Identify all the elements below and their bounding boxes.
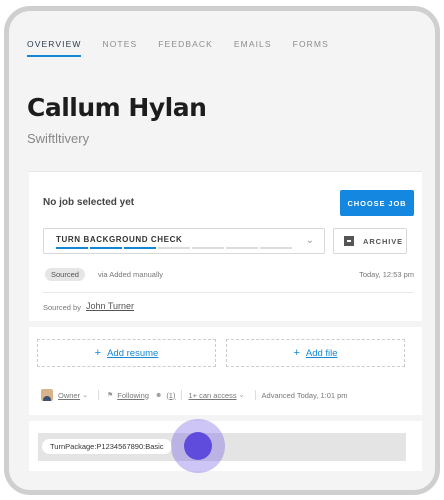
attachments-card: + Add resume + Add file Owner ⌄ ⚑ Follow… xyxy=(29,327,422,415)
following-toggle[interactable]: Following xyxy=(117,391,149,400)
candidate-company: Swiftltivery xyxy=(27,131,90,146)
stage-segment xyxy=(158,247,190,249)
tab-emails[interactable]: EMAILS xyxy=(234,39,272,57)
source-via: via Added manually xyxy=(98,270,164,279)
stage-segment xyxy=(90,247,122,249)
candidate-name: Callum Hylan xyxy=(27,93,207,122)
chevron-down-icon: ⌄ xyxy=(305,235,314,246)
no-job-text: No job selected yet xyxy=(43,197,135,208)
divider xyxy=(181,390,183,400)
tab-feedback[interactable]: FEEDBACK xyxy=(158,39,213,57)
chevron-down-icon: ⌄ xyxy=(238,392,245,399)
stage-segment xyxy=(192,247,224,249)
source-timestamp: Today, 12:53 pm xyxy=(359,270,414,279)
sourced-by-label: Sourced by xyxy=(43,303,81,312)
chevron-down-icon: ⌄ xyxy=(82,392,88,399)
package-card: TurnPackage:P1234567890:Basic xyxy=(29,421,422,471)
tab-notes[interactable]: NOTES xyxy=(102,39,137,57)
job-card: No job selected yet CHOOSE JOB TURN BACK… xyxy=(29,171,422,321)
stage-select[interactable]: TURN BACKGROUND CHECK ⌄ xyxy=(43,228,325,254)
stage-segment xyxy=(226,247,258,249)
add-resume-button[interactable]: + Add resume xyxy=(37,339,216,367)
stage-segment xyxy=(124,247,156,249)
stage-segment xyxy=(260,247,292,249)
tab-bar: OVERVIEW NOTES FEEDBACK EMAILS FORMS xyxy=(27,39,329,57)
plus-icon: + xyxy=(94,347,102,359)
divider xyxy=(43,292,414,293)
avatar-icon xyxy=(41,389,53,401)
archive-button[interactable]: ARCHIVE xyxy=(333,228,407,254)
archive-box-icon xyxy=(344,236,354,246)
sourced-by-link[interactable]: John Turner xyxy=(86,301,134,311)
tab-overview[interactable]: OVERVIEW xyxy=(27,39,82,57)
device-frame: OVERVIEW NOTES FEEDBACK EMAILS FORMS Cal… xyxy=(4,6,440,495)
source-badge: Sourced xyxy=(45,268,85,281)
stage-segment xyxy=(56,247,88,249)
add-file-button[interactable]: + Add file xyxy=(226,339,405,367)
stage-label: TURN BACKGROUND CHECK xyxy=(56,235,183,244)
add-resume-label: Add resume xyxy=(107,347,159,359)
advanced-timestamp: Advanced Today, 1:01 pm xyxy=(261,390,348,400)
plus-icon: + xyxy=(293,347,300,359)
archive-label: ARCHIVE xyxy=(363,236,404,246)
divider xyxy=(254,390,256,400)
followers-count[interactable]: (1) xyxy=(166,391,175,400)
tab-forms[interactable]: FORMS xyxy=(293,39,329,57)
add-file-label: Add file xyxy=(305,347,338,359)
stage-progress xyxy=(56,247,292,249)
divider xyxy=(97,390,99,400)
people-icon: ☻ xyxy=(154,391,163,399)
package-chip[interactable]: TurnPackage:P1234567890:Basic xyxy=(42,439,172,454)
bell-icon: ⚑ xyxy=(106,392,114,399)
access-dropdown[interactable]: 1+ can access xyxy=(188,391,236,400)
choose-job-button[interactable]: CHOOSE JOB xyxy=(340,190,414,216)
meta-row: Owner ⌄ ⚑ Following ☻ (1) 1+ can access … xyxy=(41,389,348,401)
owner-dropdown[interactable]: Owner xyxy=(58,391,80,400)
touch-indicator xyxy=(171,419,225,473)
